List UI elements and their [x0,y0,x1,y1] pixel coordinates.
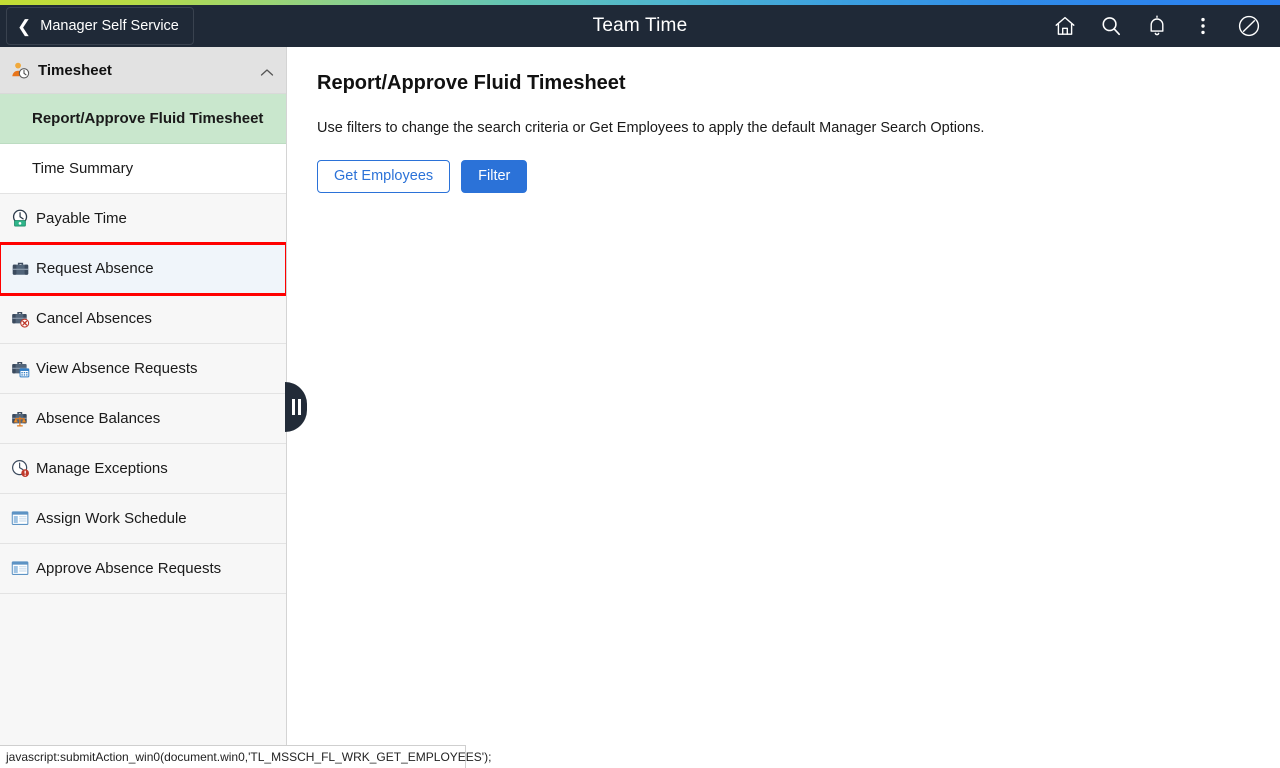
sidebar-item-label: Payable Time [36,210,127,227]
action-button-row: Get Employees Filter [317,160,1250,193]
status-bar-text: javascript:submitAction_win0(document.wi… [6,750,492,764]
sidebar-item-report-approve-fluid-timesheet[interactable]: Report/Approve Fluid Timesheet [0,94,286,144]
sidebar-item-label: Report/Approve Fluid Timesheet [32,110,264,127]
pause-bar-right [297,399,301,415]
sidebar-item-time-summary[interactable]: Time Summary [0,144,286,194]
sidebar-item-absence-balances[interactable]: Absence Balances [0,394,286,444]
navbar-compass-icon[interactable] [1228,5,1270,47]
back-button-label: Manager Self Service [40,18,179,34]
main-content-area: Report/Approve Fluid Timesheet Use filte… [287,47,1280,745]
pause-bar-left [291,399,295,415]
navigation-sidebar: Timesheet Report/Approve Fluid Timesheet… [0,47,287,745]
sidebar-item-view-absence-requests[interactable]: View Absence Requests [0,344,286,394]
sidebar-item-approve-absence-requests[interactable]: Approve Absence Requests [0,544,286,594]
notification-bell-icon[interactable] [1136,5,1178,47]
clock-money-icon [10,208,36,229]
briefcase-icon [10,258,36,279]
app-header: ❮ Manager Self Service Team Time [0,5,1280,47]
sidebar-item-label: Approve Absence Requests [36,560,222,577]
sidebar-item-request-absence[interactable]: Request Absence [0,242,286,296]
sidebar-item-payable-time[interactable]: Payable Time [0,194,286,244]
sidebar-item-label: Manage Exceptions [36,460,168,477]
browser-status-bar: javascript:submitAction_win0(document.wi… [0,745,491,768]
briefcase-cancel-icon [10,308,36,329]
header-icon-group [1044,5,1270,47]
sidebar-item-assign-work-schedule[interactable]: Assign Work Schedule [0,494,286,544]
clock-alert-icon [10,458,36,479]
sidebar-item-label: View Absence Requests [36,360,198,377]
sidebar-item-cancel-absences[interactable]: Cancel Absences [0,294,286,344]
instructions-text: Use filters to change the search criteri… [317,120,985,136]
chevron-up-icon[interactable] [260,65,274,76]
sidebar-group-label: Timesheet [38,61,112,79]
briefcase-balance-icon [10,408,36,429]
application-window: ❮ Manager Self Service Team Time Timeshe… [0,0,1280,768]
window-page-icon [10,508,36,529]
briefcase-calendar-icon [10,358,36,379]
filter-button[interactable]: Filter [461,160,528,193]
sidebar-item-manage-exceptions[interactable]: Manage Exceptions [0,444,286,494]
person-clock-icon [10,60,38,81]
sidebar-item-label: Cancel Absences [36,310,152,327]
page-title: Report/Approve Fluid Timesheet [317,72,626,94]
window-page-icon [10,558,36,579]
sidebar-item-label: Assign Work Schedule [36,510,187,527]
back-to-manager-self-service-button[interactable]: ❮ Manager Self Service [6,7,194,45]
sidebar-item-label: Request Absence [36,260,154,277]
home-icon[interactable] [1044,5,1086,47]
search-icon[interactable] [1090,5,1132,47]
sidebar-group-timesheet[interactable]: Timesheet [0,47,286,94]
chevron-left-icon: ❮ [17,16,32,36]
brand-gradient-strip [0,0,1280,5]
get-employees-button[interactable]: Get Employees [317,160,451,193]
actions-menu-icon[interactable] [1182,5,1224,47]
sidebar-item-label: Time Summary [32,160,134,177]
sidebar-item-label: Absence Balances [36,410,161,427]
